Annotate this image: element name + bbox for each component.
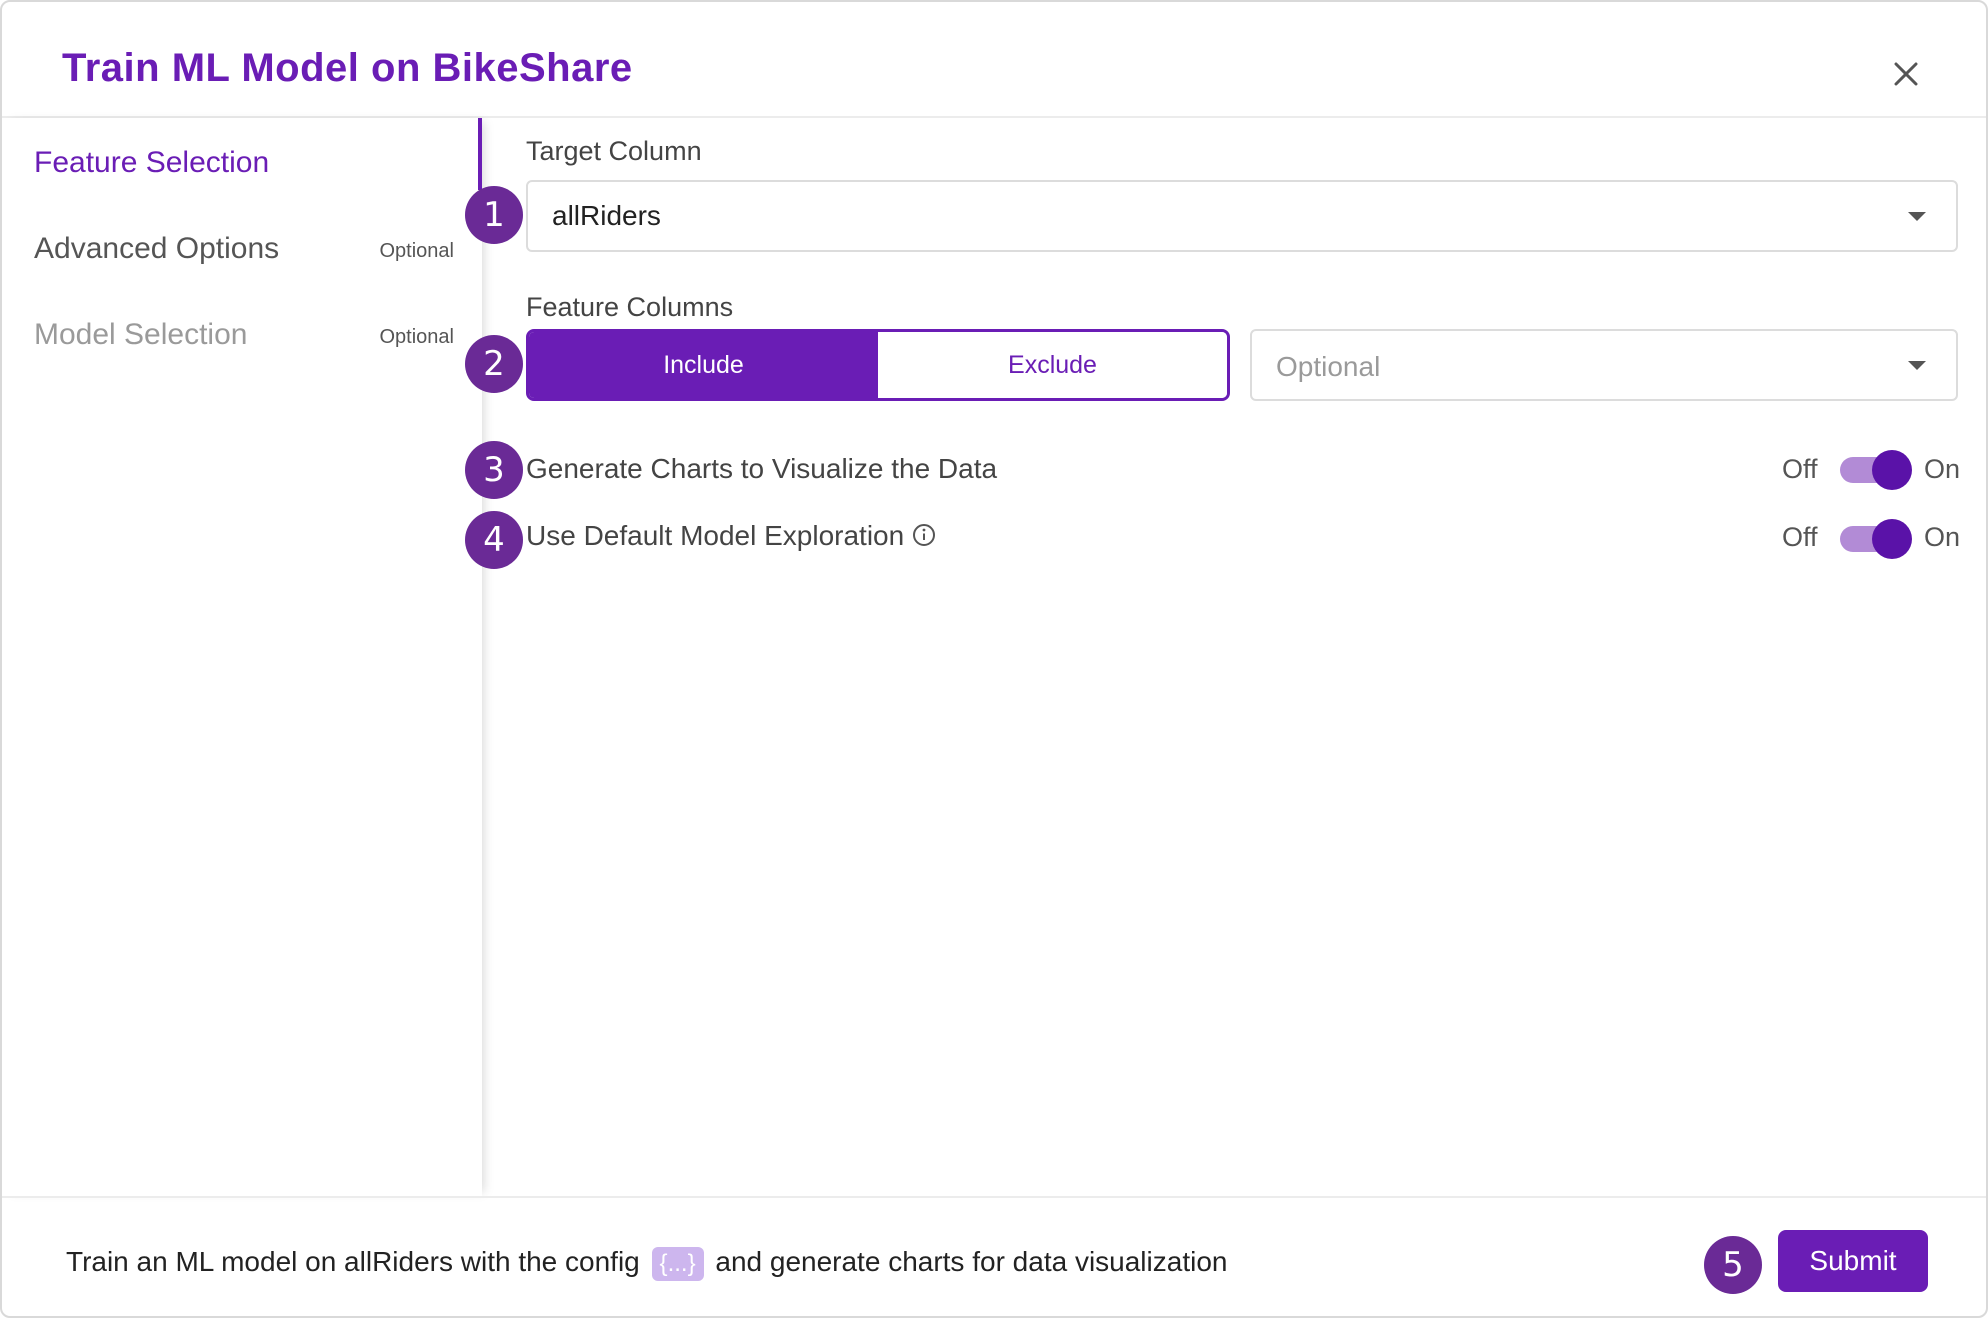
train-model-dialog: Train ML Model on BikeShare Feature Sele… <box>0 0 1988 1318</box>
step-badge-4: 4 <box>465 511 523 569</box>
sidebar-item-label: Feature Selection <box>34 146 270 179</box>
optional-tag: Optional <box>379 326 455 348</box>
chevron-down-icon <box>1908 212 1926 221</box>
dialog-header: Train ML Model on BikeShare <box>2 2 1986 118</box>
generate-charts-label: Generate Charts to Visualize the Data <box>526 453 998 484</box>
generate-charts-switch[interactable] <box>1840 450 1912 490</box>
switch-knob <box>1872 519 1912 559</box>
active-step-indicator <box>478 118 482 190</box>
toggle-off-label: Off <box>1782 454 1818 484</box>
summary-text-after: and generate charts for data visualizati… <box>715 1246 1228 1277</box>
exclude-button[interactable]: Exclude <box>878 332 1227 398</box>
config-chip[interactable]: {...} <box>651 1246 704 1281</box>
info-icon[interactable] <box>912 522 936 554</box>
chevron-down-icon <box>1908 361 1926 370</box>
sidebar-item-advanced-options[interactable]: Advanced Options Optional <box>34 222 454 282</box>
target-column-select[interactable]: allRiders <box>526 180 1958 252</box>
default-model-exploration-switch[interactable] <box>1840 519 1912 559</box>
default-model-exploration-label: Use Default Model Exploration <box>526 520 905 551</box>
toggle-off-label: Off <box>1782 522 1818 552</box>
sidebar-item-model-selection[interactable]: Model Selection Optional <box>34 308 454 368</box>
wizard-sidebar: Feature Selection Advanced Options Optio… <box>2 118 482 1196</box>
close-icon[interactable] <box>1886 54 1926 94</box>
feature-columns-placeholder: Optional <box>1276 351 1381 382</box>
switch-knob <box>1872 450 1912 490</box>
include-button[interactable]: Include <box>529 332 878 398</box>
sidebar-item-label: Model Selection <box>34 318 248 351</box>
dialog-title: Train ML Model on BikeShare <box>62 46 633 90</box>
optional-tag: Optional <box>379 240 455 262</box>
include-exclude-toggle: Include Exclude <box>526 329 1230 401</box>
step-badge-2: 2 <box>465 335 523 393</box>
submit-button[interactable]: Submit <box>1778 1230 1928 1292</box>
target-column-value: allRiders <box>552 200 661 231</box>
toggle-on-label: On <box>1924 454 1961 484</box>
step-badge-3: 3 <box>465 441 523 499</box>
sidebar-item-feature-selection[interactable]: Feature Selection <box>34 136 454 196</box>
toggle-on-label: On <box>1924 522 1961 552</box>
summary-text-before: Train an ML model on allRiders with the … <box>66 1246 640 1277</box>
default-model-exploration-row: Use Default Model Exploration <box>526 520 936 554</box>
sidebar-item-label: Advanced Options <box>34 232 280 265</box>
feature-columns-label: Feature Columns <box>526 292 734 322</box>
dialog-footer: Train an ML model on allRiders with the … <box>2 1196 1986 1316</box>
target-column-label: Target Column <box>526 136 702 166</box>
step-badge-1: 1 <box>465 186 523 244</box>
command-summary: Train an ML model on allRiders with the … <box>66 1246 1227 1281</box>
step-badge-5: 5 <box>1704 1236 1762 1294</box>
feature-columns-select[interactable]: Optional <box>1250 329 1958 401</box>
